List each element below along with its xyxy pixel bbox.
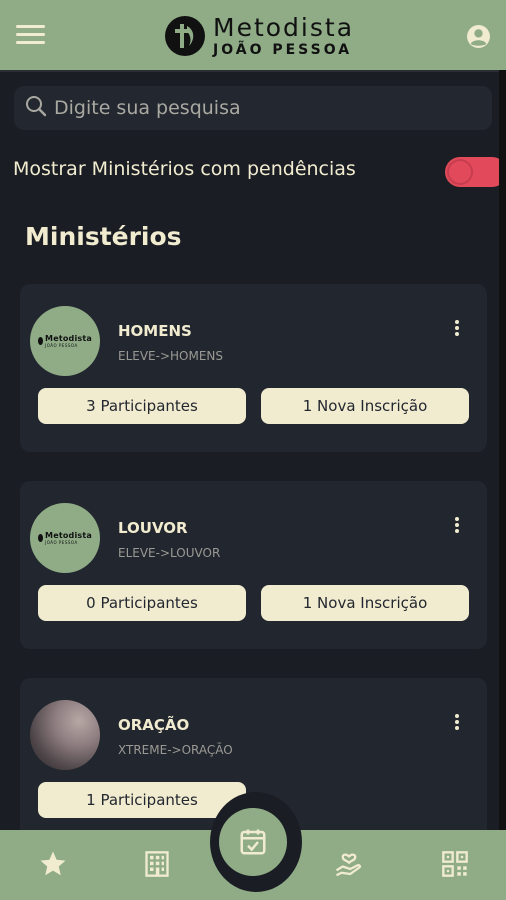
ministry-avatar: Metodista JOÃO PESSOA <box>30 306 100 376</box>
more-vertical-icon[interactable] <box>452 517 462 537</box>
hand-heart-icon[interactable] <box>333 848 365 880</box>
avatar-logo-subtitle: JOÃO PESSOA <box>45 342 78 348</box>
ministry-path: ELEVE->HOMENS <box>118 349 224 363</box>
ministry-path: XTREME->ORAÇÃO <box>118 743 233 757</box>
app-bar: Metodista JOÃO PESSOA <box>0 0 506 72</box>
scroll-edge <box>499 70 506 830</box>
search-icon <box>24 94 48 122</box>
search-input[interactable] <box>54 97 474 119</box>
pending-filter-toggle[interactable] <box>445 157 506 187</box>
avatar-logo-title: Metodista <box>45 333 92 343</box>
new-signups-button[interactable]: 1 Nova Inscrição <box>261 585 469 621</box>
ministry-avatar-photo <box>30 700 100 770</box>
calendar-check-icon[interactable] <box>219 808 287 876</box>
ministry-name: LOUVOR <box>118 519 188 537</box>
hamburger-menu-icon[interactable] <box>16 25 45 45</box>
pending-filter-label: Mostrar Ministérios com pendências <box>13 158 356 180</box>
avatar-logo-subtitle: JOÃO PESSOA <box>45 539 78 545</box>
qr-code-icon[interactable] <box>439 848 471 880</box>
more-vertical-icon[interactable] <box>452 714 462 734</box>
methodist-mini-logo-icon <box>38 337 44 345</box>
building-icon[interactable] <box>141 848 173 880</box>
app-logo: Metodista JOÃO PESSOA <box>165 12 354 60</box>
methodist-mini-logo-icon <box>38 534 44 542</box>
ministry-card[interactable]: Metodista JOÃO PESSOA HOMENS ELEVE->HOME… <box>20 284 487 452</box>
ministry-card[interactable]: Metodista JOÃO PESSOA LOUVOR ELEVE->LOUV… <box>20 481 487 649</box>
section-title: Ministérios <box>25 222 182 251</box>
logo-subtitle: JOÃO PESSOA <box>213 42 353 58</box>
ministry-name: HOMENS <box>118 322 192 340</box>
participants-button[interactable]: 1 Participantes <box>38 782 246 818</box>
account-circle-icon[interactable] <box>466 24 491 49</box>
ministry-path: ELEVE->LOUVOR <box>118 546 221 560</box>
more-vertical-icon[interactable] <box>452 320 462 340</box>
ministry-avatar: Metodista JOÃO PESSOA <box>30 503 100 573</box>
new-signups-button[interactable]: 1 Nova Inscrição <box>261 388 469 424</box>
star-icon[interactable] <box>37 848 69 880</box>
participants-button[interactable]: 0 Participantes <box>38 585 246 621</box>
logo-title: Metodista <box>213 13 355 42</box>
toggle-knob <box>447 159 473 185</box>
avatar-logo-title: Metodista <box>45 530 92 540</box>
ministry-name: ORAÇÃO <box>118 716 190 734</box>
search-bar <box>14 86 492 130</box>
participants-button[interactable]: 3 Participantes <box>38 388 246 424</box>
pending-filter-row: Mostrar Ministérios com pendências <box>13 156 506 188</box>
methodist-cross-flame-icon <box>165 16 205 56</box>
